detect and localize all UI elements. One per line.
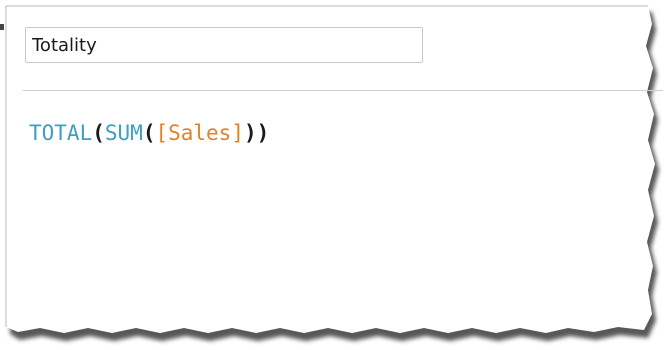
editor-divider — [23, 90, 663, 91]
formula-paren-open: ( — [92, 121, 105, 145]
formula-paren-close: ) — [256, 121, 270, 145]
formula-paren-open: ( — [142, 121, 156, 145]
formula-field-sales: [Sales] — [155, 121, 244, 145]
window-edge-mark — [0, 24, 4, 30]
calculation-name-input[interactable] — [25, 27, 423, 63]
formula-function-total: TOTAL — [29, 121, 93, 145]
formula-editor[interactable]: TOTAL(SUM([Sales])) — [29, 118, 629, 308]
screenshot-stage: TOTAL(SUM([Sales])) — [0, 0, 672, 350]
formula-function-sum: SUM — [104, 121, 143, 145]
formula-paren-close: ) — [243, 121, 257, 145]
